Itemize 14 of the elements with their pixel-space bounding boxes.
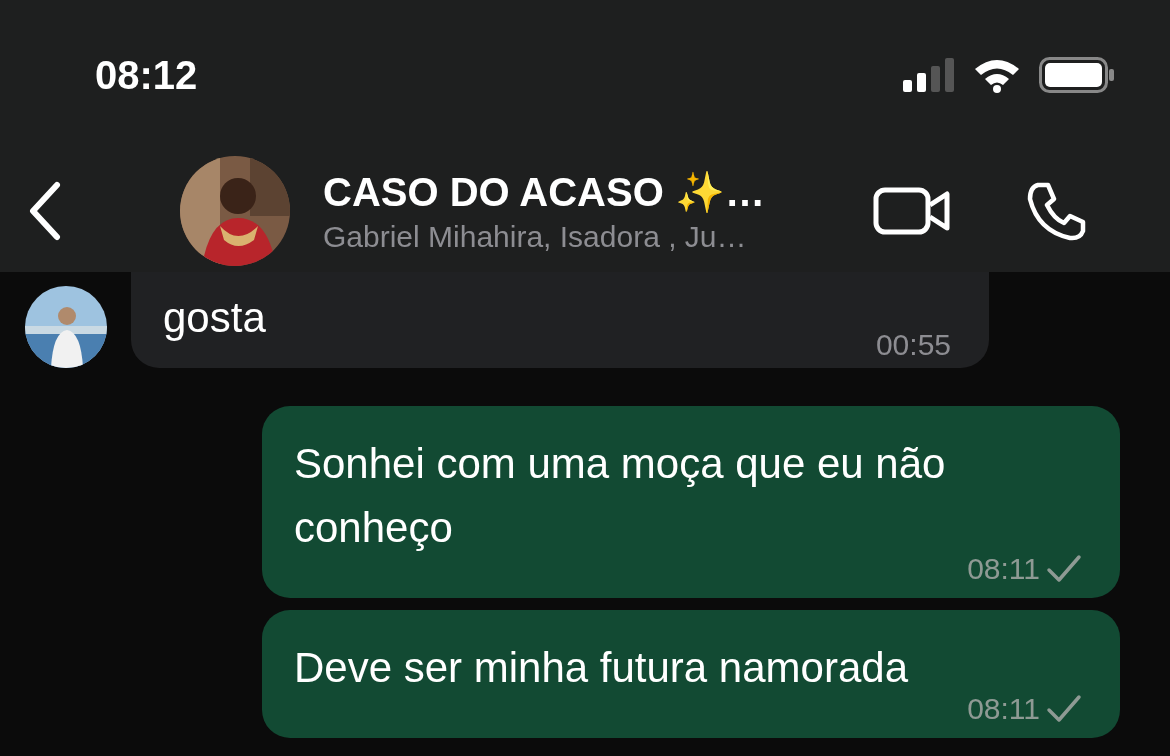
chat-title[interactable]: CASO DO ACASO ✨… bbox=[323, 168, 853, 216]
message-time: 00:55 bbox=[875, 328, 951, 362]
message-text: gosta bbox=[163, 293, 267, 343]
status-time: 08:12 bbox=[95, 52, 198, 98]
signal-icon bbox=[903, 58, 955, 92]
phone-icon[interactable] bbox=[1026, 181, 1086, 241]
battery-icon bbox=[1039, 57, 1115, 93]
message-text: Deve ser minha futura namorada bbox=[294, 643, 909, 693]
message-time: 08:11 bbox=[967, 552, 1040, 586]
chat-members: Gabriel Mihahira, Isadora , Ju… bbox=[323, 219, 748, 254]
message-time: 08:11 bbox=[967, 692, 1040, 726]
wifi-icon bbox=[973, 57, 1021, 93]
video-call-icon[interactable] bbox=[873, 187, 951, 235]
message-text: Sonhei com uma moça que eu não conheço bbox=[294, 439, 947, 553]
